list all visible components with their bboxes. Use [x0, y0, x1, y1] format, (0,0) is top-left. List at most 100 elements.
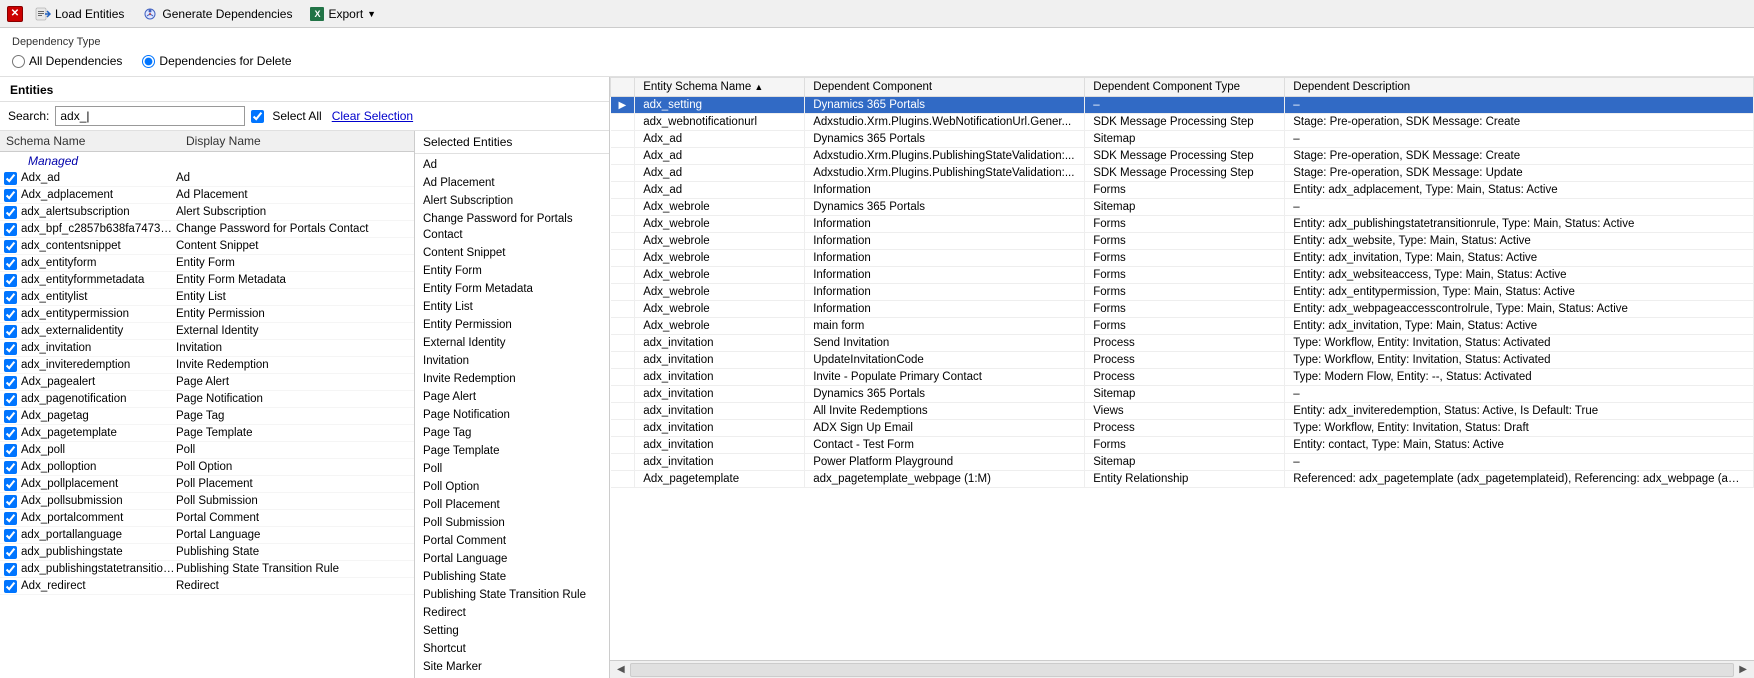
schema-row[interactable]: adx_entityformmetadata Entity Form Metad…	[0, 272, 414, 289]
entity-checkbox[interactable]	[4, 563, 17, 576]
entity-checkbox[interactable]	[4, 444, 17, 457]
radio-all-dependencies[interactable]: All Dependencies	[12, 54, 122, 68]
entity-checkbox[interactable]	[4, 172, 17, 185]
entity-checkbox[interactable]	[4, 529, 17, 542]
grid-horizontal-scrollbar[interactable]	[630, 663, 1735, 677]
table-row[interactable]: Adx_ad Adxstudio.Xrm.Plugins.PublishingS…	[611, 148, 1754, 165]
table-row[interactable]: Adx_webrole Information Forms Entity: ad…	[611, 233, 1754, 250]
table-row[interactable]: adx_invitation Contact - Test Form Forms…	[611, 437, 1754, 454]
data-grid[interactable]: Entity Schema Name ▲ Dependent Component…	[610, 77, 1754, 660]
table-row[interactable]: Adx_webrole Information Forms Entity: ad…	[611, 216, 1754, 233]
close-button[interactable]: ✕	[6, 3, 24, 25]
schema-row[interactable]: adx_portallanguage Portal Language	[0, 527, 414, 544]
entity-checkbox[interactable]	[4, 189, 17, 202]
entity-checkbox[interactable]	[4, 342, 17, 355]
entity-checkbox[interactable]	[4, 223, 17, 236]
entity-checkbox[interactable]	[4, 410, 17, 423]
schema-row[interactable]: adx_invitation Invitation	[0, 340, 414, 357]
table-row[interactable]: ▶ adx_setting Dynamics 365 Portals – –	[611, 97, 1754, 114]
schema-col-header: Schema Name	[6, 134, 186, 148]
schema-row[interactable]: adx_entityform Entity Form	[0, 255, 414, 272]
schema-row[interactable]: Adx_poll Poll	[0, 442, 414, 459]
toolbar: ✕ Load Entities Generate Dependencies X …	[0, 0, 1754, 28]
schema-row[interactable]: adx_alertsubscription Alert Subscription	[0, 204, 414, 221]
cell-entity-schema: adx_invitation	[635, 454, 805, 471]
clear-selection-link[interactable]: Clear Selection	[332, 109, 413, 123]
entity-checkbox[interactable]	[4, 308, 17, 321]
entity-checkbox[interactable]	[4, 240, 17, 253]
schema-row[interactable]: adx_externalidentity External Identity	[0, 323, 414, 340]
schema-row[interactable]: Adx_redirect Redirect	[0, 578, 414, 595]
entity-checkbox[interactable]	[4, 546, 17, 559]
table-row[interactable]: adx_invitation All Invite Redemptions Vi…	[611, 403, 1754, 420]
table-row[interactable]: Adx_webrole main form Forms Entity: adx_…	[611, 318, 1754, 335]
table-row[interactable]: adx_invitation Send Invitation Process T…	[611, 335, 1754, 352]
grid-col-entity-schema[interactable]: Entity Schema Name ▲	[635, 78, 805, 97]
table-row[interactable]: Adx_webrole Information Forms Entity: ad…	[611, 284, 1754, 301]
table-row[interactable]: adx_invitation UpdateInvitationCode Proc…	[611, 352, 1754, 369]
table-row[interactable]: Adx_webrole Information Forms Entity: ad…	[611, 250, 1754, 267]
display-name: Publishing State	[176, 546, 410, 558]
schema-row[interactable]: adx_bpf_c2857b638fa7473d8e2f1... Change …	[0, 221, 414, 238]
cell-dep-type: –	[1085, 97, 1285, 114]
radio-all-input[interactable]	[12, 55, 25, 68]
table-row[interactable]: Adx_ad Information Forms Entity: adx_adp…	[611, 182, 1754, 199]
radio-delete-input[interactable]	[142, 55, 155, 68]
generate-dependencies-button[interactable]: Generate Dependencies	[135, 3, 299, 25]
table-row[interactable]: adx_invitation Power Platform Playground…	[611, 454, 1754, 471]
grid-scroll-left[interactable]: ◀	[614, 664, 628, 675]
schema-row[interactable]: adx_entitylist Entity List	[0, 289, 414, 306]
schema-row[interactable]: adx_pagenotification Page Notification	[0, 391, 414, 408]
grid-col-dep-component[interactable]: Dependent Component	[805, 78, 1085, 97]
entity-checkbox[interactable]	[4, 580, 17, 593]
selected-item: Publishing State Transition Rule	[423, 586, 601, 604]
entity-checkbox[interactable]	[4, 206, 17, 219]
entity-checkbox[interactable]	[4, 359, 17, 372]
grid-col-dep-type[interactable]: Dependent Component Type	[1085, 78, 1285, 97]
schema-row[interactable]: adx_entitypermission Entity Permission	[0, 306, 414, 323]
schema-list-body[interactable]: Managed Adx_ad Ad Adx_adplacement Ad Pla…	[0, 152, 414, 678]
select-all-checkbox[interactable]	[251, 110, 264, 123]
table-row[interactable]: Adx_webrole Information Forms Entity: ad…	[611, 267, 1754, 284]
table-row[interactable]: adx_invitation Invite - Populate Primary…	[611, 369, 1754, 386]
schema-row[interactable]: Adx_polloption Poll Option	[0, 459, 414, 476]
radio-delete-dependencies[interactable]: Dependencies for Delete	[142, 54, 291, 68]
entity-checkbox[interactable]	[4, 495, 17, 508]
entity-checkbox[interactable]	[4, 478, 17, 491]
schema-row[interactable]: adx_publishingstate Publishing State	[0, 544, 414, 561]
export-button[interactable]: X Export ▼	[303, 3, 383, 25]
schema-row[interactable]: adx_publishingstatetransitionrule Publis…	[0, 561, 414, 578]
schema-row[interactable]: Adx_pollsubmission Poll Submission	[0, 493, 414, 510]
entity-checkbox[interactable]	[4, 291, 17, 304]
entity-checkbox[interactable]	[4, 325, 17, 338]
entity-checkbox[interactable]	[4, 427, 17, 440]
table-row[interactable]: Adx_ad Dynamics 365 Portals Sitemap –	[611, 131, 1754, 148]
load-entities-button[interactable]: Load Entities	[28, 3, 131, 25]
schema-row[interactable]: Adx_pagealert Page Alert	[0, 374, 414, 391]
table-row[interactable]: adx_invitation Dynamics 365 Portals Site…	[611, 386, 1754, 403]
schema-row[interactable]: Adx_pagetag Page Tag	[0, 408, 414, 425]
search-input[interactable]	[55, 106, 245, 126]
schema-row[interactable]: adx_contentsnippet Content Snippet	[0, 238, 414, 255]
grid-scroll-right[interactable]: ▶	[1736, 664, 1750, 675]
table-row[interactable]: Adx_webrole Information Forms Entity: ad…	[611, 301, 1754, 318]
entity-checkbox[interactable]	[4, 461, 17, 474]
schema-row[interactable]: Adx_portalcomment Portal Comment	[0, 510, 414, 527]
schema-row[interactable]: Adx_adplacement Ad Placement	[0, 187, 414, 204]
table-row[interactable]: Adx_webrole Dynamics 365 Portals Sitemap…	[611, 199, 1754, 216]
entity-checkbox[interactable]	[4, 512, 17, 525]
table-row[interactable]: adx_webnotificationurl Adxstudio.Xrm.Plu…	[611, 114, 1754, 131]
table-row[interactable]: Adx_ad Adxstudio.Xrm.Plugins.PublishingS…	[611, 165, 1754, 182]
table-row[interactable]: adx_invitation ADX Sign Up Email Process…	[611, 420, 1754, 437]
schema-row[interactable]: adx_inviteredemption Invite Redemption	[0, 357, 414, 374]
table-row[interactable]: Adx_pagetemplate adx_pagetemplate_webpag…	[611, 471, 1754, 488]
entity-checkbox[interactable]	[4, 376, 17, 389]
entity-checkbox[interactable]	[4, 274, 17, 287]
display-name: Ad Placement	[176, 189, 410, 201]
schema-row[interactable]: Adx_pagetemplate Page Template	[0, 425, 414, 442]
grid-col-dep-desc[interactable]: Dependent Description	[1285, 78, 1754, 97]
schema-row[interactable]: Adx_pollplacement Poll Placement	[0, 476, 414, 493]
entity-checkbox[interactable]	[4, 257, 17, 270]
entity-checkbox[interactable]	[4, 393, 17, 406]
schema-row[interactable]: Adx_ad Ad	[0, 170, 414, 187]
